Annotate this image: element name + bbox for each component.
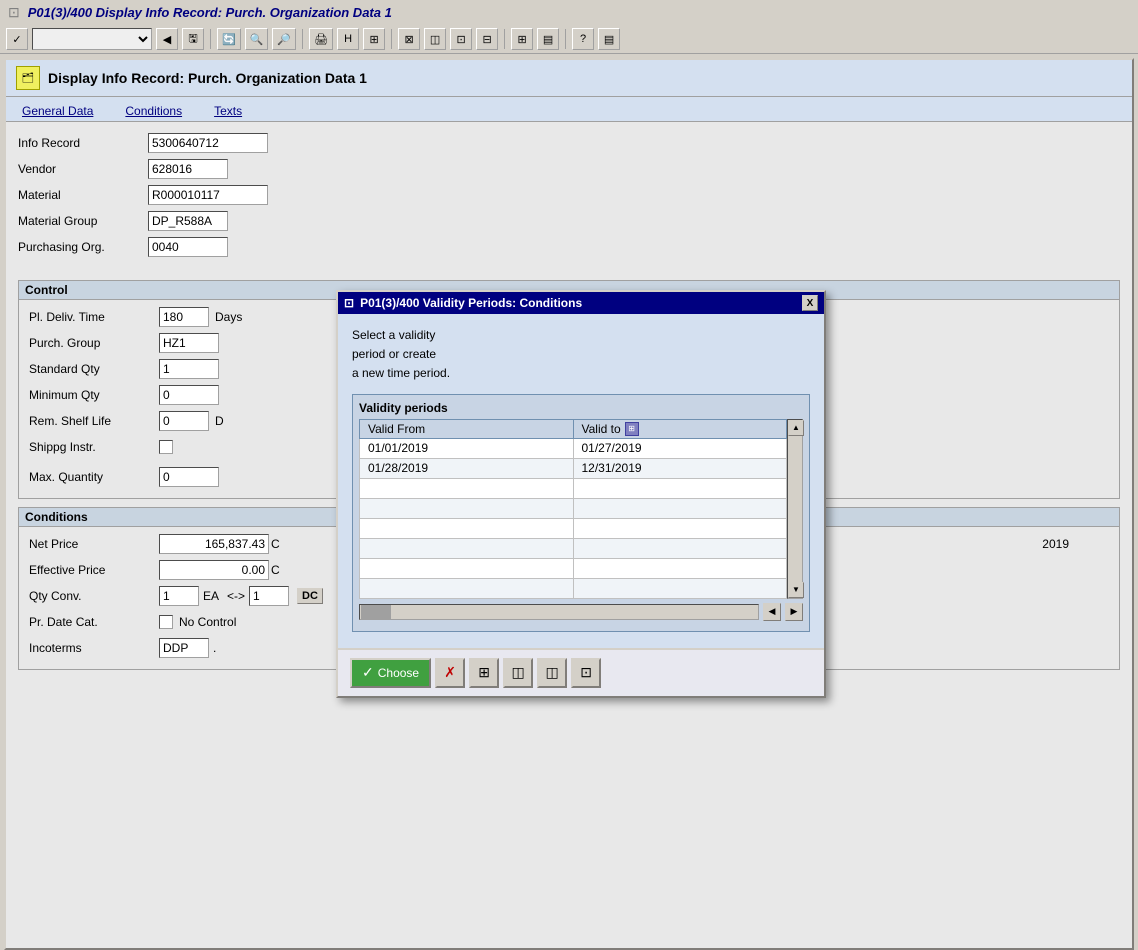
cell-valid-from-5 bbox=[360, 518, 574, 538]
toolbar-sep-2 bbox=[302, 29, 303, 49]
toolbar-btn-10[interactable]: ⊟ bbox=[476, 28, 498, 50]
action-icon-4: ⊡ bbox=[580, 664, 592, 681]
action-btn-2[interactable]: ◫ bbox=[503, 658, 533, 688]
dialog-title: P01(3)/400 Validity Periods: Conditions bbox=[360, 296, 582, 310]
dialog-title-icon: ⊡ bbox=[344, 296, 354, 310]
cell-valid-from-4 bbox=[360, 498, 574, 518]
cell-valid-to-2: 12/31/2019 bbox=[573, 458, 787, 478]
dialog-msg-line1: Select a validity bbox=[352, 328, 435, 342]
dialog-actions: ✓ Choose ✗ ⊞ ◫ ◫ ⊡ bbox=[338, 648, 824, 696]
toolbar-btn-12[interactable]: ▤ bbox=[537, 28, 559, 50]
nav-arrow-left[interactable]: ◀ bbox=[763, 603, 781, 621]
table-row[interactable]: 01/01/2019 01/27/2019 bbox=[360, 438, 787, 458]
action-icon-1: ⊞ bbox=[478, 664, 490, 681]
nav-scroll-inner bbox=[361, 605, 391, 619]
toolbar-sep-1 bbox=[210, 29, 211, 49]
toolbar-btn-8[interactable]: ◫ bbox=[424, 28, 446, 50]
toolbar-btn-7[interactable]: ⊠ bbox=[398, 28, 420, 50]
toolbar-sep-4 bbox=[504, 29, 505, 49]
toolbar-btn-11[interactable]: ⊞ bbox=[511, 28, 533, 50]
toolbar: ✓ ◀ 🖫 🔄 🔍 🔎 🖨 H ⊞ ⊠ ◫ ⊡ ⊟ ⊞ ▤ ? ▤ bbox=[0, 25, 1138, 54]
action-icon-2: ◫ bbox=[511, 664, 524, 681]
dialog-msg-line2: period or create bbox=[352, 347, 436, 361]
cell-valid-from-1: 01/01/2019 bbox=[360, 438, 574, 458]
dialog-title-text: ⊡ P01(3)/400 Validity Periods: Condition… bbox=[344, 296, 582, 310]
toolbar-sep-5 bbox=[565, 29, 566, 49]
cell-valid-to-5 bbox=[573, 518, 787, 538]
col-settings-icon[interactable]: ⊞ bbox=[625, 422, 639, 436]
table-row[interactable] bbox=[360, 518, 787, 538]
action-icon-3: ◫ bbox=[545, 664, 558, 681]
dialog-msg-line3: a new time period. bbox=[352, 366, 450, 380]
nav-scrollbar[interactable] bbox=[359, 604, 759, 620]
table-row[interactable] bbox=[360, 498, 787, 518]
table-row[interactable] bbox=[360, 558, 787, 578]
toolbar-btn-5[interactable]: H bbox=[337, 28, 359, 50]
title-bar: ⊡ P01(3)/400 Display Info Record: Purch.… bbox=[0, 0, 1138, 25]
cell-valid-to-1: 01/27/2019 bbox=[573, 438, 787, 458]
col-valid-from: Valid From bbox=[360, 419, 574, 438]
toolbar-back-btn[interactable]: ◀ bbox=[156, 28, 178, 50]
scroll-up-arrow[interactable]: ▲ bbox=[788, 420, 804, 436]
cancel-icon: ✗ bbox=[444, 664, 456, 681]
cell-valid-to-8 bbox=[573, 578, 787, 598]
validity-section-title: Validity periods bbox=[359, 401, 803, 415]
validity-table-wrapper: Valid From Valid to ⊞ bbox=[359, 419, 803, 599]
choose-icon: ✓ bbox=[362, 664, 374, 681]
table-row[interactable] bbox=[360, 578, 787, 598]
toolbar-btn-3[interactable]: 🔎 bbox=[272, 28, 296, 50]
toolbar-btn-13[interactable]: ▤ bbox=[598, 28, 620, 50]
cell-valid-to-7 bbox=[573, 558, 787, 578]
action-btn-1[interactable]: ⊞ bbox=[469, 658, 499, 688]
validity-section: Validity periods Valid From bbox=[352, 394, 810, 632]
validity-scrollbar: ▲ ▼ bbox=[787, 419, 803, 599]
table-row[interactable] bbox=[360, 538, 787, 558]
title-bar-icon: ⊡ bbox=[8, 4, 20, 21]
action-btn-4[interactable]: ⊡ bbox=[571, 658, 601, 688]
choose-label: Choose bbox=[378, 666, 419, 680]
table-row[interactable] bbox=[360, 478, 787, 498]
scroll-down-arrow[interactable]: ▼ bbox=[788, 582, 804, 598]
validity-table: Valid From Valid to ⊞ bbox=[359, 419, 787, 599]
toolbar-btn-4[interactable]: 🖨 bbox=[309, 28, 333, 50]
choose-button[interactable]: ✓ Choose bbox=[350, 658, 431, 688]
toolbar-check-btn[interactable]: ✓ bbox=[6, 28, 28, 50]
modal-overlay: ⊡ P01(3)/400 Validity Periods: Condition… bbox=[6, 60, 1132, 948]
nav-arrow-right[interactable]: ▶ bbox=[785, 603, 803, 621]
dialog-message: Select a validity period or create a new… bbox=[352, 326, 810, 384]
action-btn-3[interactable]: ◫ bbox=[537, 658, 567, 688]
cell-valid-from-8 bbox=[360, 578, 574, 598]
toolbar-sep-3 bbox=[391, 29, 392, 49]
toolbar-help-btn[interactable]: ? bbox=[572, 28, 594, 50]
toolbar-save-btn[interactable]: 🖫 bbox=[182, 28, 204, 50]
toolbar-btn-6[interactable]: ⊞ bbox=[363, 28, 385, 50]
cancel-button[interactable]: ✗ bbox=[435, 658, 465, 688]
dialog-nav: ◀ ▶ bbox=[359, 599, 803, 625]
cell-valid-from-7 bbox=[360, 558, 574, 578]
cell-valid-from-3 bbox=[360, 478, 574, 498]
main-content: 🗂 Display Info Record: Purch. Organizati… bbox=[4, 58, 1134, 950]
dialog-close-btn[interactable]: X bbox=[802, 295, 818, 311]
toolbar-select[interactable] bbox=[32, 28, 152, 50]
cell-valid-to-6 bbox=[573, 538, 787, 558]
cell-valid-to-3 bbox=[573, 478, 787, 498]
col-valid-to: Valid to ⊞ bbox=[573, 419, 787, 438]
title-bar-text: P01(3)/400 Display Info Record: Purch. O… bbox=[28, 5, 392, 20]
toolbar-btn-1[interactable]: 🔄 bbox=[217, 28, 241, 50]
cell-valid-from-2: 01/28/2019 bbox=[360, 458, 574, 478]
toolbar-btn-9[interactable]: ⊡ bbox=[450, 28, 472, 50]
dialog-titlebar: ⊡ P01(3)/400 Validity Periods: Condition… bbox=[338, 292, 824, 314]
cell-valid-to-4 bbox=[573, 498, 787, 518]
table-row[interactable]: 01/28/2019 12/31/2019 bbox=[360, 458, 787, 478]
cell-valid-from-6 bbox=[360, 538, 574, 558]
dialog-body: Select a validity period or create a new… bbox=[338, 314, 824, 648]
validity-dialog: ⊡ P01(3)/400 Validity Periods: Condition… bbox=[336, 290, 826, 698]
toolbar-btn-2[interactable]: 🔍 bbox=[245, 28, 269, 50]
